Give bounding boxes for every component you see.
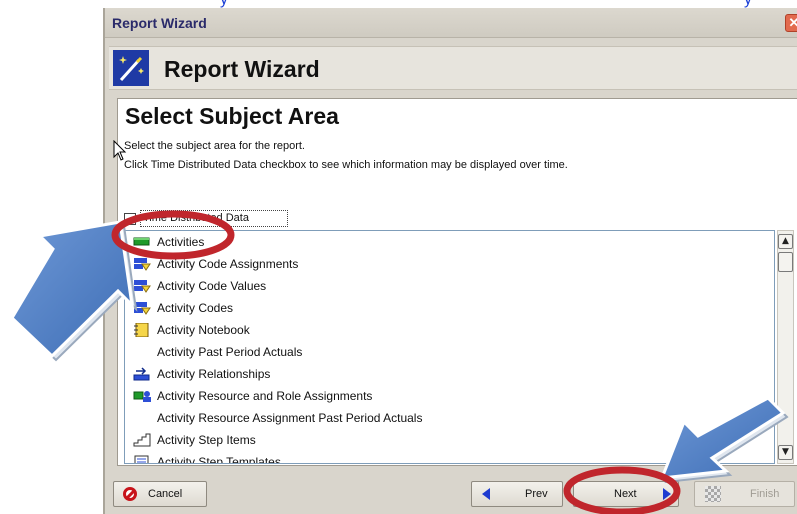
list-item[interactable]: Activity Codes: [125, 297, 755, 319]
next-arrow-icon: [663, 488, 671, 500]
list-item[interactable]: Activity Code Assignments: [125, 253, 755, 275]
close-button[interactable]: ✕: [785, 14, 797, 32]
wizard-content-panel: Select Subject Area Select the subject a…: [117, 98, 797, 466]
scroll-up-button[interactable]: ▲: [778, 234, 793, 249]
instruction-text: Select the subject area for the report.: [124, 140, 305, 152]
list-item[interactable]: Activity Resource and Role Assignments: [125, 385, 755, 407]
finish-label: Finish: [750, 488, 780, 500]
window-title: Report Wizard: [112, 15, 207, 31]
instruction-text: Click Time Distributed Data checkbox to …: [124, 159, 568, 171]
activities-icon: [133, 237, 150, 246]
code-assignment-icon: [134, 258, 151, 271]
list-item[interactable]: Activity Resource Assignment Past Period…: [125, 407, 755, 429]
subject-area-list[interactable]: Activities Activity Code Assignments Act…: [124, 230, 775, 464]
wizard-header: Report Wizard: [109, 46, 797, 90]
list-item-label: Activity Codes: [157, 301, 234, 315]
list-item-label: Activity Code Values: [157, 279, 267, 293]
cancel-label: Cancel: [148, 488, 183, 500]
list-item[interactable]: Activity Notebook: [125, 319, 755, 341]
list-item-label: Activity Step Templates: [157, 455, 281, 464]
list-item-label: Activity Resource and Role Assignments: [157, 389, 373, 403]
relationship-icon: [133, 367, 150, 381]
list-item[interactable]: Activity Relationships: [125, 363, 755, 385]
list-item[interactable]: Activity Step Templates: [125, 451, 755, 464]
report-wizard-window: Report Wizard ✕ Report Wizard Select Sub…: [103, 8, 797, 514]
prev-arrow-icon: [482, 488, 490, 500]
time-distributed-data-checkbox[interactable]: [124, 213, 136, 225]
next-button[interactable]: Next: [573, 481, 679, 507]
list-item-label: Activity Relationships: [157, 367, 271, 381]
magic-wand-icon: [113, 50, 149, 86]
prev-label: Prev: [525, 488, 548, 500]
list-item-label: Activities: [157, 235, 205, 249]
next-label: Next: [614, 488, 637, 500]
caption-fragment: y: [220, 0, 228, 8]
notebook-icon: [134, 323, 149, 337]
finish-button[interactable]: Finish: [694, 481, 795, 507]
list-item[interactable]: Activity Step Items: [125, 429, 755, 451]
caption-fragment: y: [744, 0, 752, 8]
finish-flag-icon: [705, 486, 721, 502]
step-template-icon: [134, 455, 149, 463]
list-scrollbar[interactable]: ▲ ▼: [777, 230, 794, 464]
title-bar: Report Wizard ✕: [105, 8, 797, 38]
wizard-footer: Cancel Prev Next Finish: [109, 474, 797, 514]
wizard-title: Report Wizard: [164, 56, 320, 82]
step-items-icon: [133, 433, 151, 447]
scroll-thumb[interactable]: [778, 252, 793, 272]
cut-off-caption: y y: [0, 0, 797, 8]
code-assignment-icon: [134, 302, 151, 315]
list-item-label: Activity Past Period Actuals: [157, 345, 303, 359]
cancel-button[interactable]: Cancel: [113, 481, 207, 507]
scroll-down-button[interactable]: ▼: [778, 445, 793, 460]
resource-assignment-icon: [133, 391, 151, 402]
cancel-icon: [123, 487, 137, 501]
prev-button[interactable]: Prev: [471, 481, 563, 507]
list-item[interactable]: Activities: [125, 231, 755, 253]
mouse-cursor-icon: [113, 140, 127, 161]
step-title: Select Subject Area: [125, 103, 339, 129]
list-item[interactable]: Activity Past Period Actuals: [125, 341, 755, 363]
list-item-label: Activity Resource Assignment Past Period…: [157, 411, 423, 425]
code-assignment-icon: [134, 280, 151, 293]
screenshot-stage: { "window": { "title": "Report Wizard", …: [0, 0, 797, 514]
list-item-label: Activity Step Items: [157, 433, 256, 447]
list-item-label: Activity Notebook: [157, 323, 250, 337]
list-item[interactable]: Activity Code Values: [125, 275, 755, 297]
time-distributed-data-label[interactable]: Time Distributed Data: [143, 212, 249, 224]
list-item-label: Activity Code Assignments: [157, 257, 299, 271]
